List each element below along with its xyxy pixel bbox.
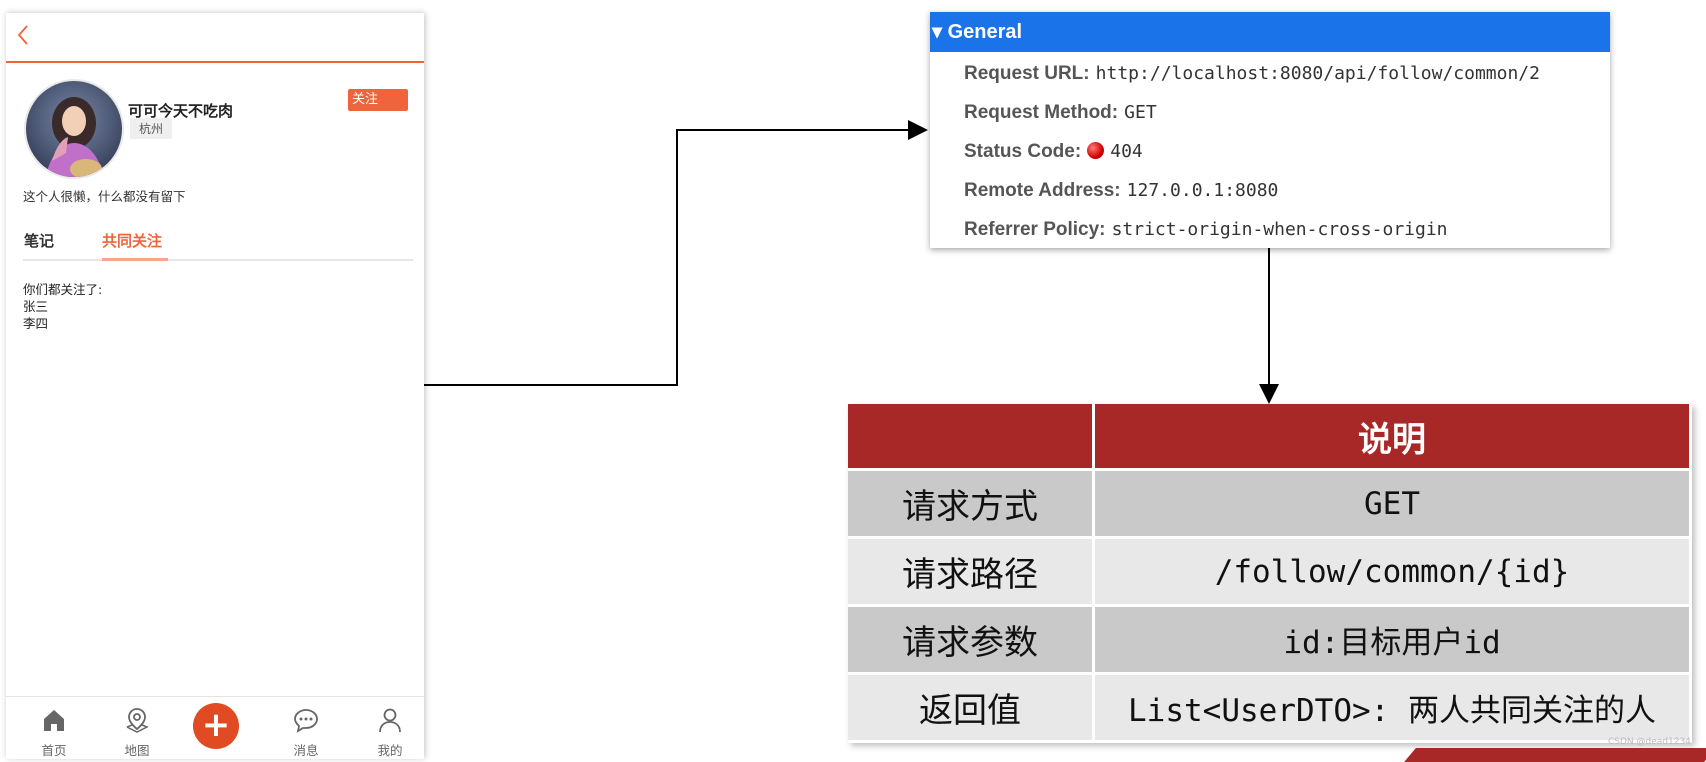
field-value: http://localhost:8080/api/follow/common/…: [1095, 63, 1540, 84]
table-cell-label: 返回值: [848, 675, 1095, 743]
field-value: 127.0.0.1:8080: [1126, 180, 1279, 201]
table-cell-value: /follow/common/{id}: [1095, 539, 1692, 607]
field-key: Status Code:: [964, 141, 1082, 162]
table-cell-value: List<UserDTO>: 两人共同关注的人: [1095, 675, 1692, 743]
table-cell-label: 请求方式: [848, 471, 1095, 539]
table-row: 请求参数 id:目标用户id: [848, 607, 1692, 675]
status-error-icon: [1087, 142, 1105, 159]
field-key: Remote Address:: [964, 180, 1121, 201]
remote-address-row: Remote Address: 127.0.0.1:8080: [964, 179, 1278, 202]
request-url-row: Request URL: http://localhost:8080/api/f…: [964, 62, 1540, 85]
request-method-row: Request Method: GET: [964, 101, 1157, 124]
general-header-label: General: [947, 21, 1023, 43]
table-header-row: 说明: [848, 404, 1692, 471]
referrer-policy-row: Referrer Policy: strict-origin-when-cros…: [964, 218, 1448, 241]
table-row: 请求方式 GET: [848, 471, 1692, 539]
field-key: Referrer Policy:: [964, 219, 1106, 240]
connector-arrow: [424, 120, 928, 386]
table-header-cell: 说明: [1095, 404, 1692, 471]
table-cell-value: GET: [1095, 471, 1692, 539]
devtools-general-panel: ▾ General Request URL: http://localhost:…: [930, 12, 1610, 248]
table-cell-label: 请求参数: [848, 607, 1095, 675]
table-row: 请求路径 /follow/common/{id}: [848, 539, 1692, 607]
table-cell-label: 请求路径: [848, 539, 1095, 607]
table-row: 返回值 List<UserDTO>: 两人共同关注的人: [848, 675, 1692, 743]
corner-decoration: [1404, 748, 1706, 762]
table-cell-value: id:目标用户id: [1095, 607, 1692, 675]
field-value: 404: [1110, 141, 1143, 162]
field-value: GET: [1124, 102, 1157, 123]
field-value: strict-origin-when-cross-origin: [1111, 219, 1448, 240]
table-header-cell: [848, 404, 1095, 471]
api-spec-table: 说明 请求方式 GET 请求路径 /follow/common/{id} 请求参…: [848, 404, 1692, 743]
field-key: Request URL:: [964, 63, 1090, 84]
general-header[interactable]: ▾ General: [930, 12, 1610, 52]
watermark: CSDN @dead1234: [1608, 737, 1691, 747]
collapse-triangle-icon: ▾: [932, 21, 943, 43]
field-key: Request Method:: [964, 102, 1119, 123]
status-code-row: Status Code: 404: [964, 140, 1143, 163]
